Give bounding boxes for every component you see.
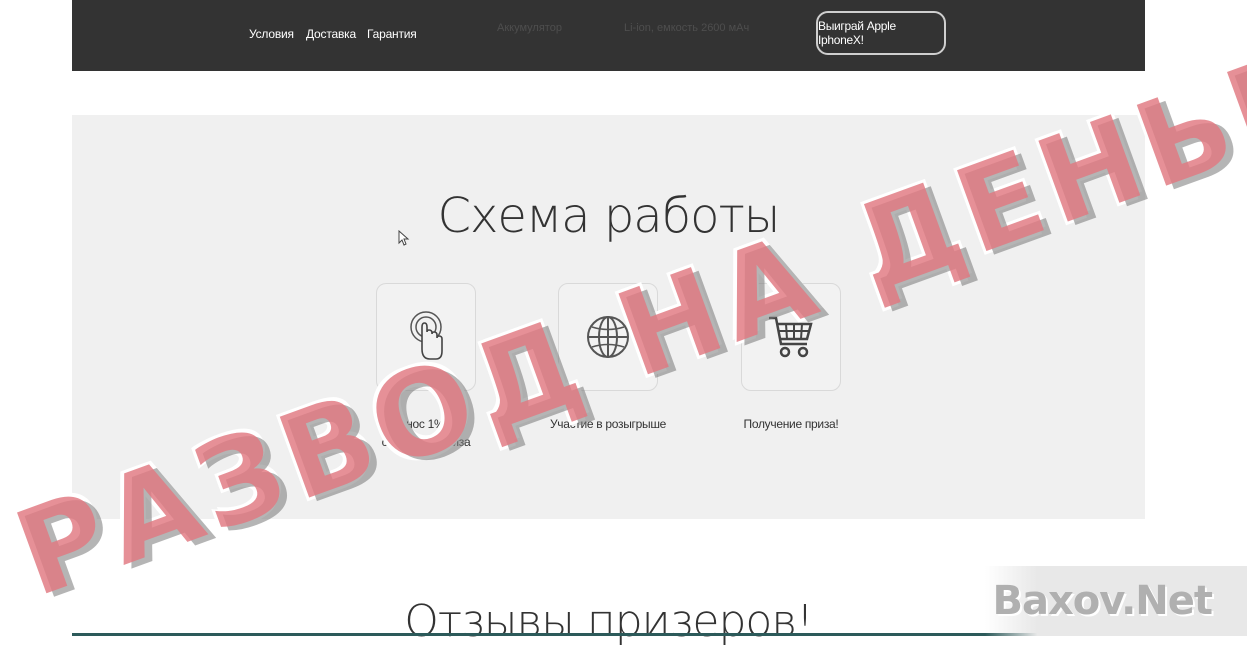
scheme-title: Схема работы bbox=[437, 188, 780, 244]
mouse-cursor-icon bbox=[398, 230, 410, 246]
step-box-participation bbox=[558, 283, 658, 391]
win-iphone-button[interactable]: Выиграй Apple IphoneX! bbox=[816, 11, 946, 55]
step-box-prize bbox=[741, 283, 841, 391]
shopping-cart-icon bbox=[769, 316, 813, 358]
site-watermark: Baxov.Net bbox=[985, 566, 1247, 636]
tap-hand-icon bbox=[410, 311, 443, 360]
nav-faint-text-capacity: Li-ion, емкость 2600 мАч bbox=[624, 22, 750, 34]
nav-faint-text-battery: Аккумулятор bbox=[497, 22, 562, 34]
globe-icon bbox=[587, 316, 629, 358]
step-label-payment-line2: стоимости приза bbox=[381, 435, 471, 449]
step-label-participation: Участие в розыгрыше bbox=[533, 415, 683, 433]
work-scheme-section: Схема работы Взнос 1% от стоимости приза… bbox=[72, 115, 1145, 519]
watermark-text: Baxov.Net bbox=[992, 578, 1213, 624]
nav-link-delivery[interactable]: Доставка bbox=[306, 27, 356, 41]
step-label-payment-line1: Взнос 1% от bbox=[393, 417, 459, 431]
top-navigation-bar: Условия Доставка Гарантия Аккумулятор Li… bbox=[72, 0, 1145, 71]
nav-link-guarantee[interactable]: Гарантия bbox=[367, 27, 417, 41]
step-label-prize-line1: Получение приза! bbox=[743, 417, 839, 431]
step-label-participation-line1: Участие в розыгрыше bbox=[549, 417, 667, 431]
step-label-prize: Получение приза! bbox=[716, 415, 866, 433]
step-label-payment: Взнос 1% от стоимости приза bbox=[351, 415, 501, 451]
step-box-payment bbox=[376, 283, 476, 391]
nav-link-conditions[interactable]: Условия bbox=[249, 27, 294, 41]
